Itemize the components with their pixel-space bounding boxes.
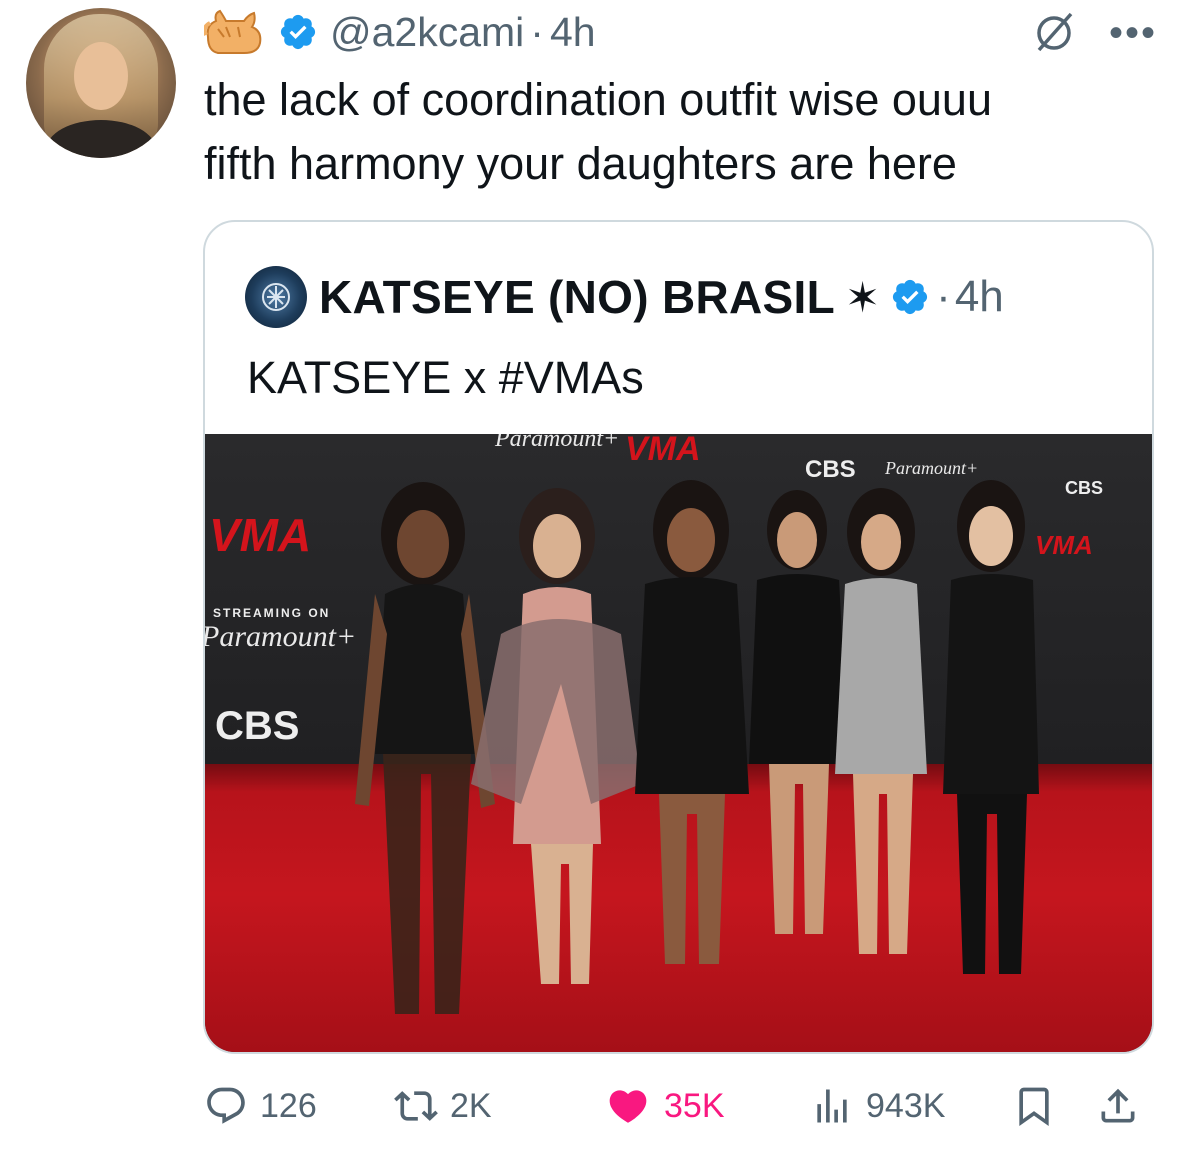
backdrop-cbs-left: CBS bbox=[215, 704, 300, 748]
quote-separator: · bbox=[936, 272, 951, 321]
quote-text: KATSEYE x #VMAs bbox=[247, 352, 644, 403]
tweet-time[interactable]: 4h bbox=[550, 9, 596, 56]
author-handle[interactable]: @a2kcami bbox=[330, 9, 524, 56]
quote-avatar bbox=[245, 266, 307, 328]
reply-count: 126 bbox=[260, 1086, 317, 1125]
quote-avatar-emblem-icon bbox=[262, 283, 290, 311]
backdrop-cbs-top: CBS bbox=[805, 456, 856, 483]
share-button[interactable] bbox=[1096, 1084, 1140, 1128]
tweet-header: @a2kcami · 4h bbox=[204, 4, 596, 60]
quote-time[interactable]: 4h bbox=[955, 272, 1004, 322]
views-button[interactable]: 943K bbox=[810, 1084, 945, 1128]
bookmark-button[interactable] bbox=[1012, 1084, 1056, 1128]
quote-star: ✶ bbox=[844, 273, 881, 321]
quote-author-name[interactable]: KATSEYE (NO) BRASIL bbox=[319, 270, 835, 324]
avatar-face bbox=[74, 42, 128, 110]
verified-badge-icon bbox=[280, 14, 316, 50]
person-6 bbox=[943, 480, 1039, 974]
verified-badge-icon bbox=[893, 279, 928, 315]
heart-icon bbox=[609, 1090, 647, 1123]
views-count: 943K bbox=[866, 1086, 946, 1125]
quote-photo[interactable]: Paramount+ CBS Paramount+ CBS STREAMING … bbox=[205, 434, 1152, 1052]
backdrop-streaming-on: STREAMING ON bbox=[213, 606, 331, 620]
backdrop-paramount-top: Paramount+ bbox=[495, 434, 620, 452]
grok-icon[interactable] bbox=[1031, 10, 1077, 56]
backdrop-paramount-left: Paramount+ bbox=[205, 620, 357, 653]
header-separator: · bbox=[530, 8, 544, 55]
cat-icon bbox=[204, 9, 262, 54]
backdrop-vma-left: VMA bbox=[209, 509, 312, 561]
like-button[interactable]: 35K bbox=[604, 1084, 725, 1128]
backdrop-vma-top: VMA bbox=[625, 434, 701, 468]
share-icon bbox=[1101, 1088, 1135, 1123]
reply-button[interactable]: 126 bbox=[204, 1084, 317, 1128]
tweet-top-actions: ••• bbox=[1031, 10, 1157, 56]
quote-header: KATSEYE (NO) BRASIL ✶ · 4h bbox=[245, 266, 1004, 328]
reply-icon bbox=[207, 1087, 245, 1124]
more-icon[interactable]: ••• bbox=[1109, 13, 1157, 53]
bookmark-icon bbox=[1019, 1087, 1049, 1127]
views-icon bbox=[817, 1089, 847, 1123]
tweet-actions: 126 2K 35K 943K bbox=[204, 1080, 1154, 1132]
like-count: 35K bbox=[664, 1086, 725, 1125]
backdrop-cbs-right: CBS bbox=[1065, 478, 1104, 498]
tweet-text: the lack of coordination outfit wise ouu… bbox=[204, 74, 992, 189]
repost-icon bbox=[394, 1091, 438, 1121]
repost-button[interactable]: 2K bbox=[394, 1084, 492, 1128]
author-avatar[interactable] bbox=[26, 8, 176, 158]
repost-count: 2K bbox=[450, 1086, 492, 1125]
quoted-tweet[interactable]: KATSEYE (NO) BRASIL ✶ · 4h KATSEYE x #VM… bbox=[203, 220, 1154, 1054]
